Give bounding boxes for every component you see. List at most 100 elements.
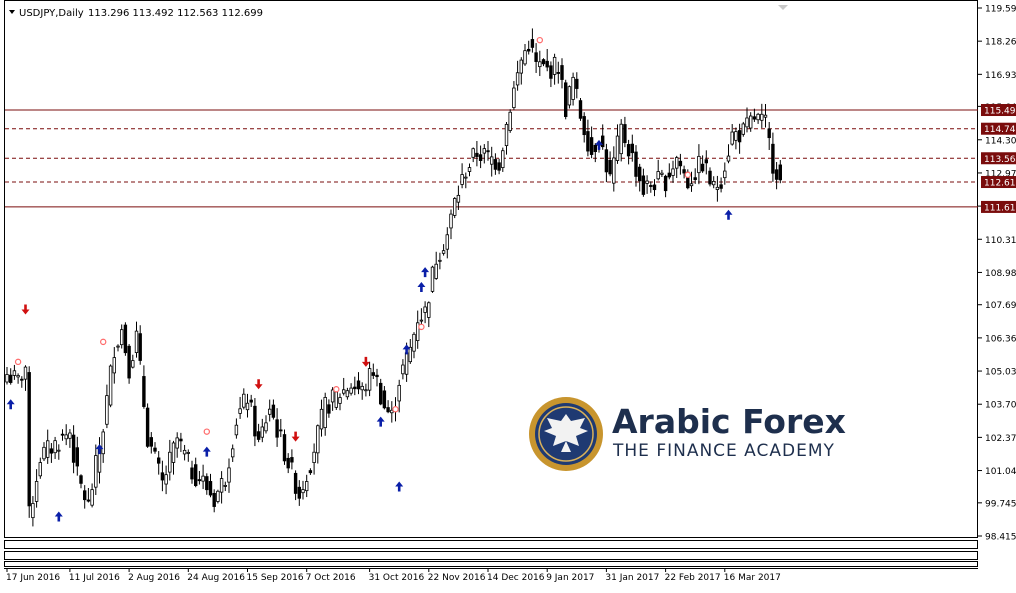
candle-body-bear [160,472,165,481]
candle-body-bull [242,393,246,408]
candle-body-bull [319,408,324,430]
candle-body-bull [715,186,720,190]
candle-body-bull [182,449,187,455]
candle-body-bull [675,157,679,169]
candle-body-bull [552,56,557,75]
candle-body-bull [401,364,405,375]
level-price-label: 115.499 [984,107,1016,117]
candle-body-bear [638,166,642,182]
watermark-brand: Arabic Forex [612,402,846,441]
candle-body-bear [205,476,209,491]
candle-body-bear [534,52,538,62]
candle-body-bull [619,123,623,155]
candle-body-bear [382,390,387,409]
candle-body-bear [641,175,646,195]
candle-body-bear [179,438,183,442]
x-tick-label: 7 Oct 2016 [306,573,356,583]
candle-body-bull [116,345,120,348]
candle-body-bull [330,389,335,403]
candle-body-bear [275,419,279,438]
candle-body-bull [90,489,94,506]
x-tick-label: 11 Jul 2016 [69,573,120,583]
candle-body-bear [545,60,549,68]
pattern-marker-icon [333,386,340,393]
candle-body-bull [120,329,124,346]
candle-body-bear [308,470,313,474]
candle-body-bull [427,302,431,318]
candle-body-bear [663,175,668,192]
y-tick-label: 110.315 [985,236,1016,246]
candle-body-bull [571,76,575,100]
candle-body-bear [256,431,261,440]
candle-body-bear [604,149,609,173]
candle-body-bear [297,486,301,499]
candle-body-bull [5,374,9,383]
pattern-marker-icon [684,171,692,179]
candle-body-bull [94,455,98,488]
candlestick-chart: USDJPY,Daily 113.296 113.492 112.563 112… [0,0,1016,589]
candle-body-bull [512,87,516,108]
candle-body-bear [634,151,638,177]
x-tick-label: 14 Dec 2016 [487,573,545,583]
candle-body-bull [341,389,346,394]
pattern-marker-icon [203,428,210,435]
candle-body-bear [197,479,202,482]
candle-body-bull [360,385,364,391]
candle-body-bear [356,380,361,390]
candle-body-bull [430,266,435,292]
candle-body-bear [378,382,383,405]
candle-body-bull [345,390,350,398]
candle-body-bear [486,150,490,153]
candle-body-bear [560,65,564,80]
candle-body-bull [567,86,572,106]
candle-body-bear [27,372,31,507]
candle-body-bull [34,481,39,502]
candle-body-bull [304,481,309,492]
candle-body-bull [216,490,220,502]
candle-body-bull [230,448,235,458]
candle-body-bear [327,404,331,414]
level-price-label: 111.612 [984,203,1016,213]
candle-body-bull [434,263,438,279]
candle-body-bull [508,111,512,131]
candle-body-bull [734,131,738,141]
candle-body-bear [478,154,483,161]
candle-body-bear [20,378,24,381]
candle-body-bull [105,395,109,425]
candle-body-bear [752,116,757,120]
candle-body-bull [108,365,113,406]
candle-body-bear [138,333,142,361]
candle-body-bear [549,65,553,79]
candle-body-bull [238,408,242,414]
candle-body-bear [497,162,501,171]
candle-body-bear [208,481,213,496]
candle-body-bear [541,59,546,65]
candle-body-bull [53,440,57,454]
candle-body-bull [441,250,446,254]
chart-svg: USDJPY,Daily 113.296 113.492 112.563 112… [0,0,1016,589]
x-tick-label: 15 Sep 2016 [247,573,304,583]
candle-body-bull [64,434,68,440]
candle-body-bear [71,434,76,463]
candle-body-bull [264,422,268,432]
candle-body-bear [564,82,568,117]
candle-body-bull [404,352,409,375]
pattern-marker-icon [99,338,107,346]
candle-body-bull [234,424,239,436]
candle-body-bear [375,374,379,378]
candle-body-bear [527,48,531,52]
watermark-tagline: THE FINANCE ACADEMY [612,441,835,461]
candle-body-bear [774,169,779,180]
candle-body-bull [201,475,205,482]
candle-body-bear [49,448,54,454]
candle-body-bear [156,457,161,464]
candle-body-bull [68,432,72,439]
candle-body-bull [245,402,250,411]
candle-body-bear [704,159,708,164]
candle-body-bull [749,115,753,129]
candle-body-bear [575,78,579,89]
candle-body-bull [730,131,734,145]
candle-body-bear [771,143,775,174]
candle-body-bear [778,164,782,181]
watermark-logo: Arabic Forex THE FINANCE ACADEMY [529,397,846,471]
